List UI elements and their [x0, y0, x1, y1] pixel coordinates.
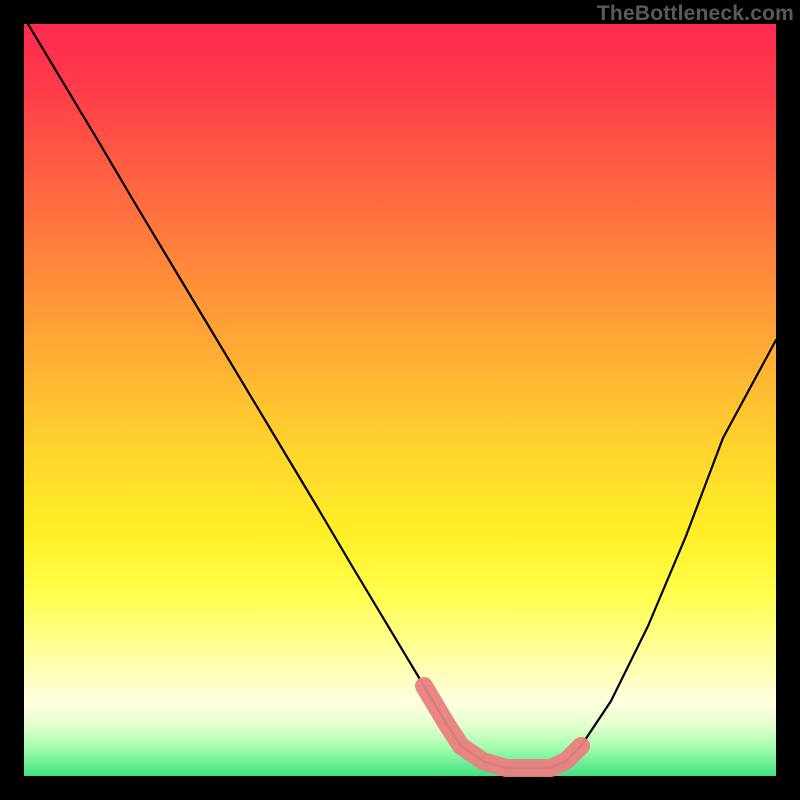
watermark-text: TheBottleneck.com — [597, 2, 794, 26]
chart-svg — [24, 24, 776, 776]
highlight-band — [424, 686, 581, 768]
chart-frame: TheBottleneck.com — [0, 0, 800, 800]
plot-area — [24, 24, 776, 776]
bottleneck-curve — [28, 24, 776, 768]
